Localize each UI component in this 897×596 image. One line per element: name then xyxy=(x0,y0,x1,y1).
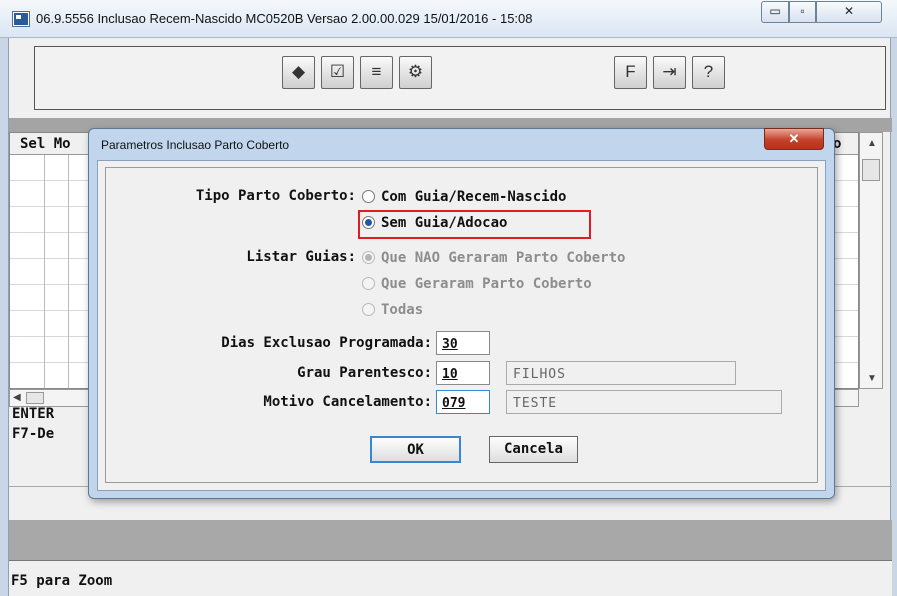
grid-col-line xyxy=(44,155,45,388)
exit-door-icon[interactable]: ⇥ xyxy=(653,56,686,89)
radio-disabled-icon xyxy=(362,303,375,316)
tipo-parto-label: Tipo Parto Coberto: xyxy=(195,188,356,204)
dias-exclusao-label: Dias Exclusao Programada: xyxy=(221,335,432,351)
title-bar: 06.9.5556 Inclusao Recem-Nascido MC0520B… xyxy=(0,0,897,38)
minimize-button[interactable]: ▭ xyxy=(761,1,789,23)
cancel-button[interactable]: Cancela xyxy=(489,436,578,463)
help-icon[interactable]: ? xyxy=(692,56,725,89)
motivo-cancelamento-label: Motivo Cancelamento: xyxy=(263,394,432,410)
dialog-frame: Tipo Parto Coberto: Com Guia/Recem-Nasci… xyxy=(105,167,818,483)
hscroll-thumb[interactable] xyxy=(26,392,44,404)
status-text: F5 para Zoom xyxy=(11,573,113,589)
radio-disabled-icon xyxy=(362,277,375,290)
motivo-cancelamento-input[interactable]: 079 xyxy=(436,390,490,414)
listar-guias-label: Listar Guias: xyxy=(246,249,356,265)
grau-parentesco-value: 10 xyxy=(442,367,458,382)
ok-button[interactable]: OK xyxy=(370,436,461,463)
dialog-title: Parametros Inclusao Parto Coberto xyxy=(101,138,290,152)
radio-que-geraram: Que Geraram Parto Coberto xyxy=(362,276,592,292)
scroll-left-icon[interactable]: ◀ xyxy=(13,392,21,403)
vertical-scrollbar[interactable]: ▲ ▼ xyxy=(859,132,883,389)
motivo-cancelamento-description: TESTE xyxy=(506,390,782,414)
motivo-cancelamento-value: 079 xyxy=(442,396,466,411)
dias-exclusao-value: 30 xyxy=(442,337,458,352)
f-key-icon[interactable]: F xyxy=(614,56,647,89)
list-icon[interactable]: ≡ xyxy=(360,56,393,89)
grau-parentesco-input[interactable]: 10 xyxy=(436,361,490,385)
option-label: Com Guia/Recem-Nascido xyxy=(381,189,567,205)
window-title: 06.9.5556 Inclusao Recem-Nascido MC0520B… xyxy=(36,11,533,26)
radio-todas: Todas xyxy=(362,302,423,318)
gears-icon[interactable]: ⚙ xyxy=(399,56,432,89)
radio-que-nao-geraram: Que NAO Geraram Parto Coberto xyxy=(362,250,625,266)
radio-selected-disabled-icon xyxy=(362,251,375,264)
grid-header-label: Sel Mo xyxy=(20,136,71,152)
grau-parentesco-description: FILHOS xyxy=(506,361,736,385)
radio-icon xyxy=(362,190,375,203)
highlight-box xyxy=(358,210,591,239)
scroll-thumb[interactable] xyxy=(862,159,880,181)
main-window: 06.9.5556 Inclusao Recem-Nascido MC0520B… xyxy=(0,0,897,596)
checklist-icon[interactable]: ☑ xyxy=(321,56,354,89)
grid-col-line xyxy=(68,155,69,388)
option-label: Que Geraram Parto Coberto xyxy=(381,276,592,292)
app-icon xyxy=(13,12,29,26)
maximize-button[interactable]: ▫ xyxy=(789,1,816,23)
dialog-close-button[interactable]: ✕ xyxy=(764,128,824,150)
scroll-down-icon[interactable]: ▼ xyxy=(867,373,877,384)
parameters-dialog: Parametros Inclusao Parto Coberto ✕ Tipo… xyxy=(88,128,835,499)
dias-exclusao-input[interactable]: 30 xyxy=(436,331,490,355)
option-label: Todas xyxy=(381,302,424,318)
grau-parentesco-label: Grau Parentesco: xyxy=(297,365,432,381)
diamond-hand-icon[interactable]: ◆ xyxy=(282,56,315,89)
gray-band xyxy=(9,520,892,560)
close-window-button[interactable]: ✕ xyxy=(816,1,882,23)
hint-text: ENTER xyxy=(12,406,55,422)
option-label: Que NAO Geraram Parto Coberto xyxy=(381,250,626,266)
status-bar: F5 para Zoom xyxy=(9,560,892,596)
radio-com-guia[interactable]: Com Guia/Recem-Nascido xyxy=(362,189,566,205)
hint-text: F7-De xyxy=(12,426,55,442)
dialog-body: Tipo Parto Coberto: Com Guia/Recem-Nasci… xyxy=(97,160,826,491)
scroll-up-icon[interactable]: ▲ xyxy=(867,138,877,149)
toolbar: ◆ ☑ ≡ ⚙ F ⇥ ? xyxy=(34,46,886,110)
